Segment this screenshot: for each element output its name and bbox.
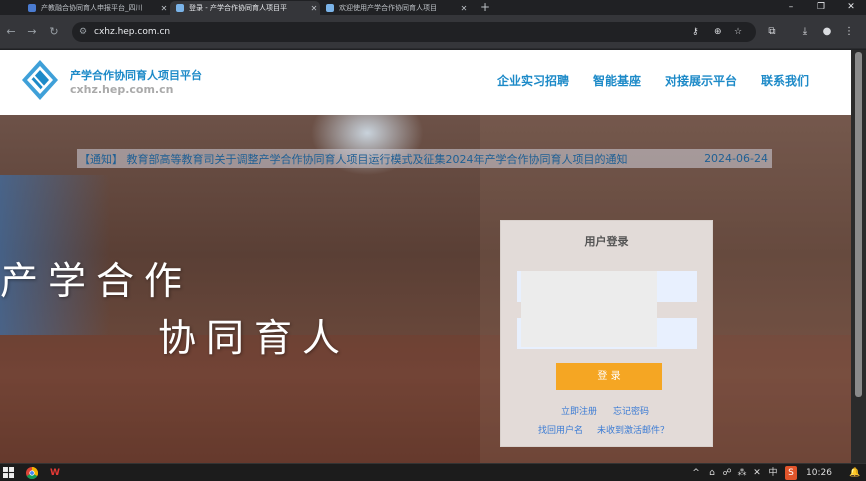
minimize-button[interactable]: – <box>776 0 806 15</box>
nav-contact[interactable]: 联系我们 <box>761 72 809 89</box>
hero-banner: 【通知】 教育部高等教育司关于调整产学合作协同育人项目运行模式及征集2024年产… <box>0 115 851 463</box>
zoom-icon[interactable]: ⊕ <box>714 22 722 42</box>
notice-date: 2024-06-24 <box>704 152 768 165</box>
close-window-button[interactable]: ✕ <box>836 0 866 15</box>
forgot-password-link[interactable]: 忘记密码 <box>613 404 649 417</box>
tab-strip: 产教融合协同育人申报平台_四川 ✕ 登录 - 产学合作协同育人项目平 ✕ 欢迎使… <box>0 0 866 15</box>
login-panel: 用户登录 登 录 立即注册 忘记密码 找回用户名 未收到激活邮件？ <box>500 220 713 447</box>
site-url: cxhz.hep.com.cn <box>70 83 174 96</box>
back-icon[interactable]: ← <box>4 25 18 39</box>
page-scrollbar[interactable] <box>851 50 866 463</box>
tray-vpn-icon[interactable]: ☍ <box>721 466 733 480</box>
bookmark-star-icon[interactable]: ☆ <box>734 22 742 42</box>
browser-toolbar: ← → ↻ ⚙ cxhz.hep.com.cn ⚷ ⊕ ☆ ⧉ ⤓ ● ⋮ <box>0 15 866 49</box>
password-key-icon[interactable]: ⚷ <box>692 22 699 42</box>
tab-favicon-icon <box>28 4 36 12</box>
nav-showcase[interactable]: 对接展示平台 <box>665 72 737 89</box>
chrome-app-icon[interactable] <box>26 467 38 479</box>
address-bar[interactable]: ⚙ cxhz.hep.com.cn ⚷ ⊕ ☆ <box>72 22 756 42</box>
os-taskbar: W ^ ⌂ ☍ ⁂ ✕ 中 S 10:26 🔔 <box>0 463 866 481</box>
slogan-line-2: 协同育人 <box>158 316 351 360</box>
scrollbar-thumb[interactable] <box>855 52 862 397</box>
redacted-block <box>521 271 657 347</box>
download-icon[interactable]: ⤓ <box>798 25 812 39</box>
profile-icon[interactable]: ● <box>820 25 834 39</box>
recover-username-link[interactable]: 找回用户名 <box>538 423 583 436</box>
site-title[interactable]: 产学合作协同育人项目平台 <box>70 67 202 83</box>
windows-start-icon[interactable] <box>3 467 14 478</box>
nav-smart-base[interactable]: 智能基座 <box>593 72 641 89</box>
tab-login[interactable]: 登录 - 产学合作协同育人项目平 ✕ <box>170 1 320 15</box>
login-button[interactable]: 登 录 <box>556 363 662 390</box>
clock[interactable]: 10:26 <box>806 466 832 480</box>
tab-close-icon[interactable]: ✕ <box>308 4 320 13</box>
tray-app-icon[interactable]: ⌂ <box>706 466 718 480</box>
maximize-button[interactable]: ❐ <box>806 0 836 15</box>
tab-title: 产教融合协同育人申报平台_四川 <box>41 4 143 12</box>
ime-indicator[interactable]: 中 <box>767 466 779 480</box>
resend-activation-link[interactable]: 未收到激活邮件？ <box>597 423 669 436</box>
tab-favicon-icon <box>176 4 184 12</box>
tab-close-icon[interactable]: ✕ <box>458 4 470 13</box>
notice-text[interactable]: 【通知】 教育部高等教育司关于调整产学合作协同育人项目运行模式及征集2024年产… <box>77 151 704 167</box>
address-url[interactable]: cxhz.hep.com.cn <box>94 22 170 42</box>
wifi-icon[interactable]: ⁂ <box>736 466 748 480</box>
slogan-line-1: 产学合作 <box>0 259 193 303</box>
tab-sichuan[interactable]: 产教融合协同育人申报平台_四川 ✕ <box>22 1 170 15</box>
tab-title: 登录 - 产学合作协同育人项目平 <box>189 4 287 12</box>
notification-icon[interactable]: 🔔 <box>848 466 862 480</box>
tab-favicon-icon <box>326 4 334 12</box>
wps-app-icon[interactable]: W <box>49 466 61 480</box>
tab-close-icon[interactable]: ✕ <box>158 4 170 13</box>
forward-icon[interactable]: → <box>25 25 39 39</box>
volume-muted-icon[interactable]: ✕ <box>751 466 763 480</box>
login-title: 用户登录 <box>584 235 629 248</box>
sogou-ime-icon[interactable]: S <box>785 466 797 480</box>
tab-welcome[interactable]: 欢迎使用产学合作协同育人项目 ✕ <box>320 1 470 15</box>
site-header: 产学合作协同育人项目平台 cxhz.hep.com.cn 企业实习招聘 智能基座… <box>0 50 851 115</box>
new-tab-button[interactable]: + <box>478 0 492 15</box>
register-link[interactable]: 立即注册 <box>561 404 597 417</box>
site-info-icon[interactable]: ⚙ <box>79 22 87 42</box>
menu-icon[interactable]: ⋮ <box>842 25 856 39</box>
tray-expand-icon[interactable]: ^ <box>690 466 702 480</box>
reload-icon[interactable]: ↻ <box>47 25 61 39</box>
extensions-icon[interactable]: ⧉ <box>765 25 779 39</box>
notice-banner[interactable]: 【通知】 教育部高等教育司关于调整产学合作协同育人项目运行模式及征集2024年产… <box>77 149 772 168</box>
site-logo-icon[interactable] <box>22 60 58 100</box>
nav-internship[interactable]: 企业实习招聘 <box>497 72 569 89</box>
tab-title: 欢迎使用产学合作协同育人项目 <box>339 4 437 12</box>
